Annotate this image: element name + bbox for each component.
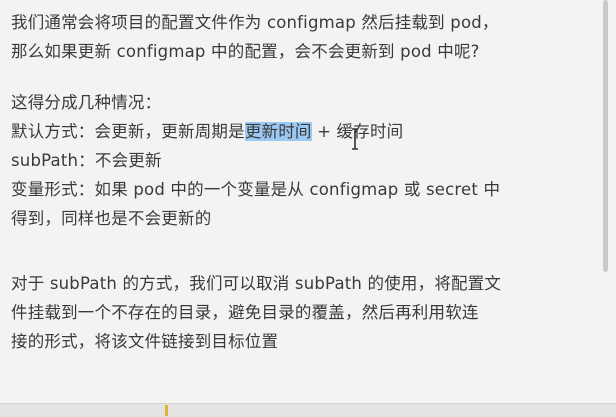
vertical-scrollbar[interactable] [603, 0, 608, 272]
text-cursor-icon [352, 128, 358, 150]
text-line: 对于 subPath 的方式，我们可以取消 subPath 的使用，将配置文 [11, 274, 502, 293]
subpath-case-line: subPath：不会更新 [11, 151, 162, 170]
variable-case-line: 得到，同样也是不会更新的 [11, 209, 212, 228]
text-line: 接的形式，将该文件链接到目标位置 [11, 332, 279, 351]
text-line: 那么如果更新 configmap 中的配置，会不会更新到 pod 中呢? [11, 42, 480, 61]
text-span: 默认方式：会更新，更新周期是 [11, 122, 245, 141]
document-body[interactable]: 我们通常会将项目的配置文件作为 configmap 然后挂载到 pod， 那么如… [11, 8, 603, 356]
default-case-line: 默认方式：会更新，更新周期是更新时间 + 缓存时间 [11, 117, 603, 146]
position-marker [165, 405, 168, 416]
selected-text[interactable]: 更新时间 [244, 122, 312, 141]
text-line: 件挂载到一个不存在的目录，避免目录的覆盖，然后再利用软连 [11, 303, 479, 322]
bottom-bar [0, 403, 616, 417]
text-line: 我们通常会将项目的配置文件作为 configmap 然后挂载到 pod， [11, 13, 499, 32]
section-heading: 这得分成几种情况： [11, 93, 162, 112]
variable-case-line: 变量形式：如果 pod 中的一个变量是从 configmap 或 secret … [11, 180, 501, 199]
